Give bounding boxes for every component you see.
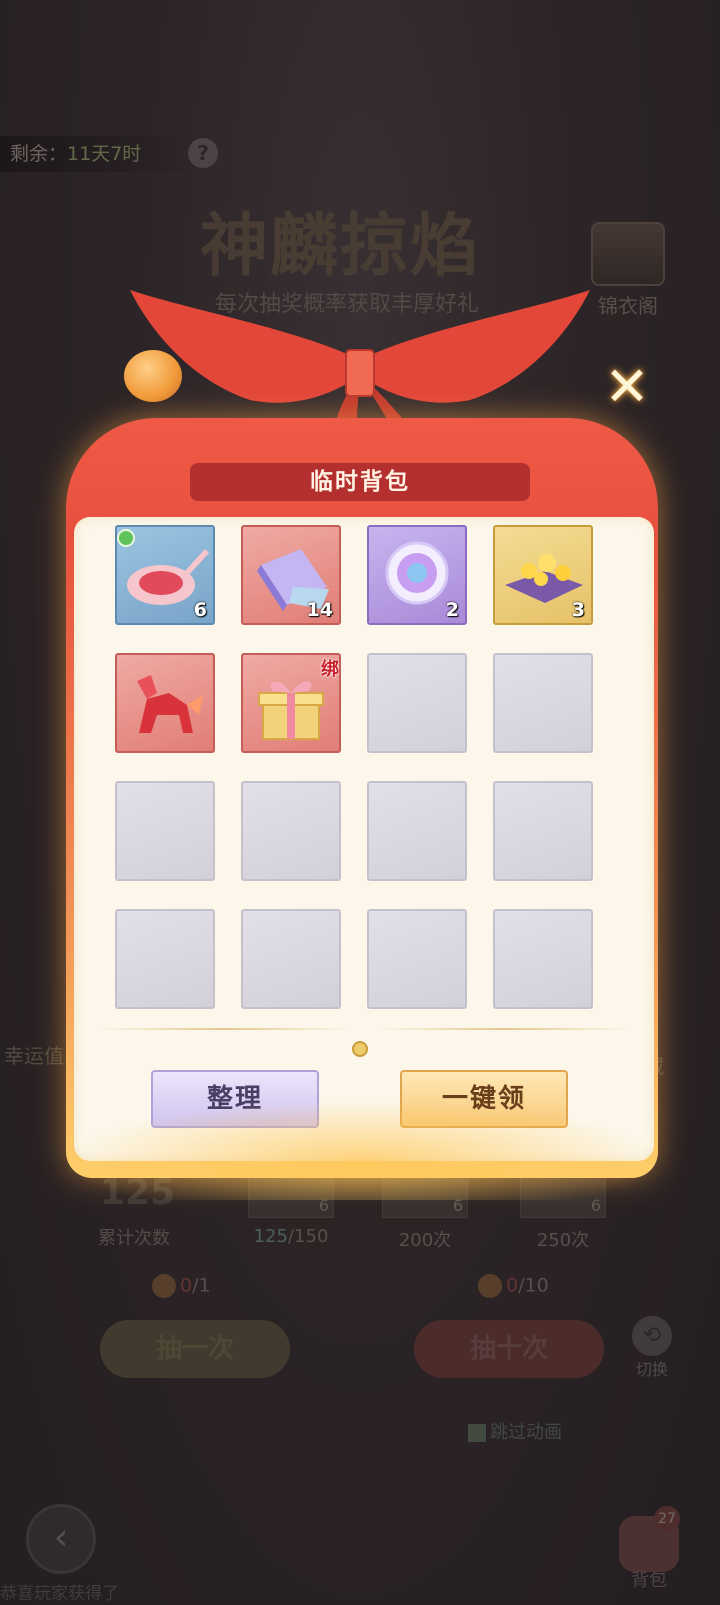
inventory-slot-empty[interactable] [367,909,467,1009]
inventory-slot-empty[interactable] [493,781,593,881]
claim-all-button[interactable]: 一键领 [400,1070,568,1128]
inventory-slot-empty[interactable] [367,653,467,753]
inventory-slot[interactable]: 2 [367,525,467,625]
inventory-slot[interactable]: 3 [493,525,593,625]
inventory-slot-empty[interactable] [115,909,215,1009]
lantern-icon [124,350,182,402]
sort-button[interactable]: 整理 [151,1070,319,1128]
close-button[interactable]: ✕ [600,360,654,414]
inventory-slot-empty[interactable] [367,781,467,881]
item-quantity: 2 [445,599,459,621]
inventory-slot-empty[interactable] [493,909,593,1009]
inventory-slot-empty[interactable] [241,909,341,1009]
item-quantity: 3 [571,599,585,621]
inventory-slot-empty[interactable] [241,781,341,881]
page-indicator[interactable] [352,1041,368,1057]
item-quantity: 6 [193,599,207,621]
modal-title: 临时背包 [190,463,530,501]
page-divider [96,1028,632,1030]
bound-badge: 绑 [321,659,339,680]
new-item-indicator [117,529,135,547]
inventory-slot[interactable] [115,653,215,753]
inventory-grid: 6 14 2 3 绑 [115,525,607,1011]
inventory-slot[interactable]: 14 [241,525,341,625]
item-quantity: 14 [306,599,333,621]
inventory-slot-empty[interactable] [115,781,215,881]
qilin-mount-icon [137,675,203,733]
inventory-slot-empty[interactable] [493,653,593,753]
inventory-slot[interactable]: 绑 [241,653,341,753]
close-icon: ✕ [604,355,650,418]
